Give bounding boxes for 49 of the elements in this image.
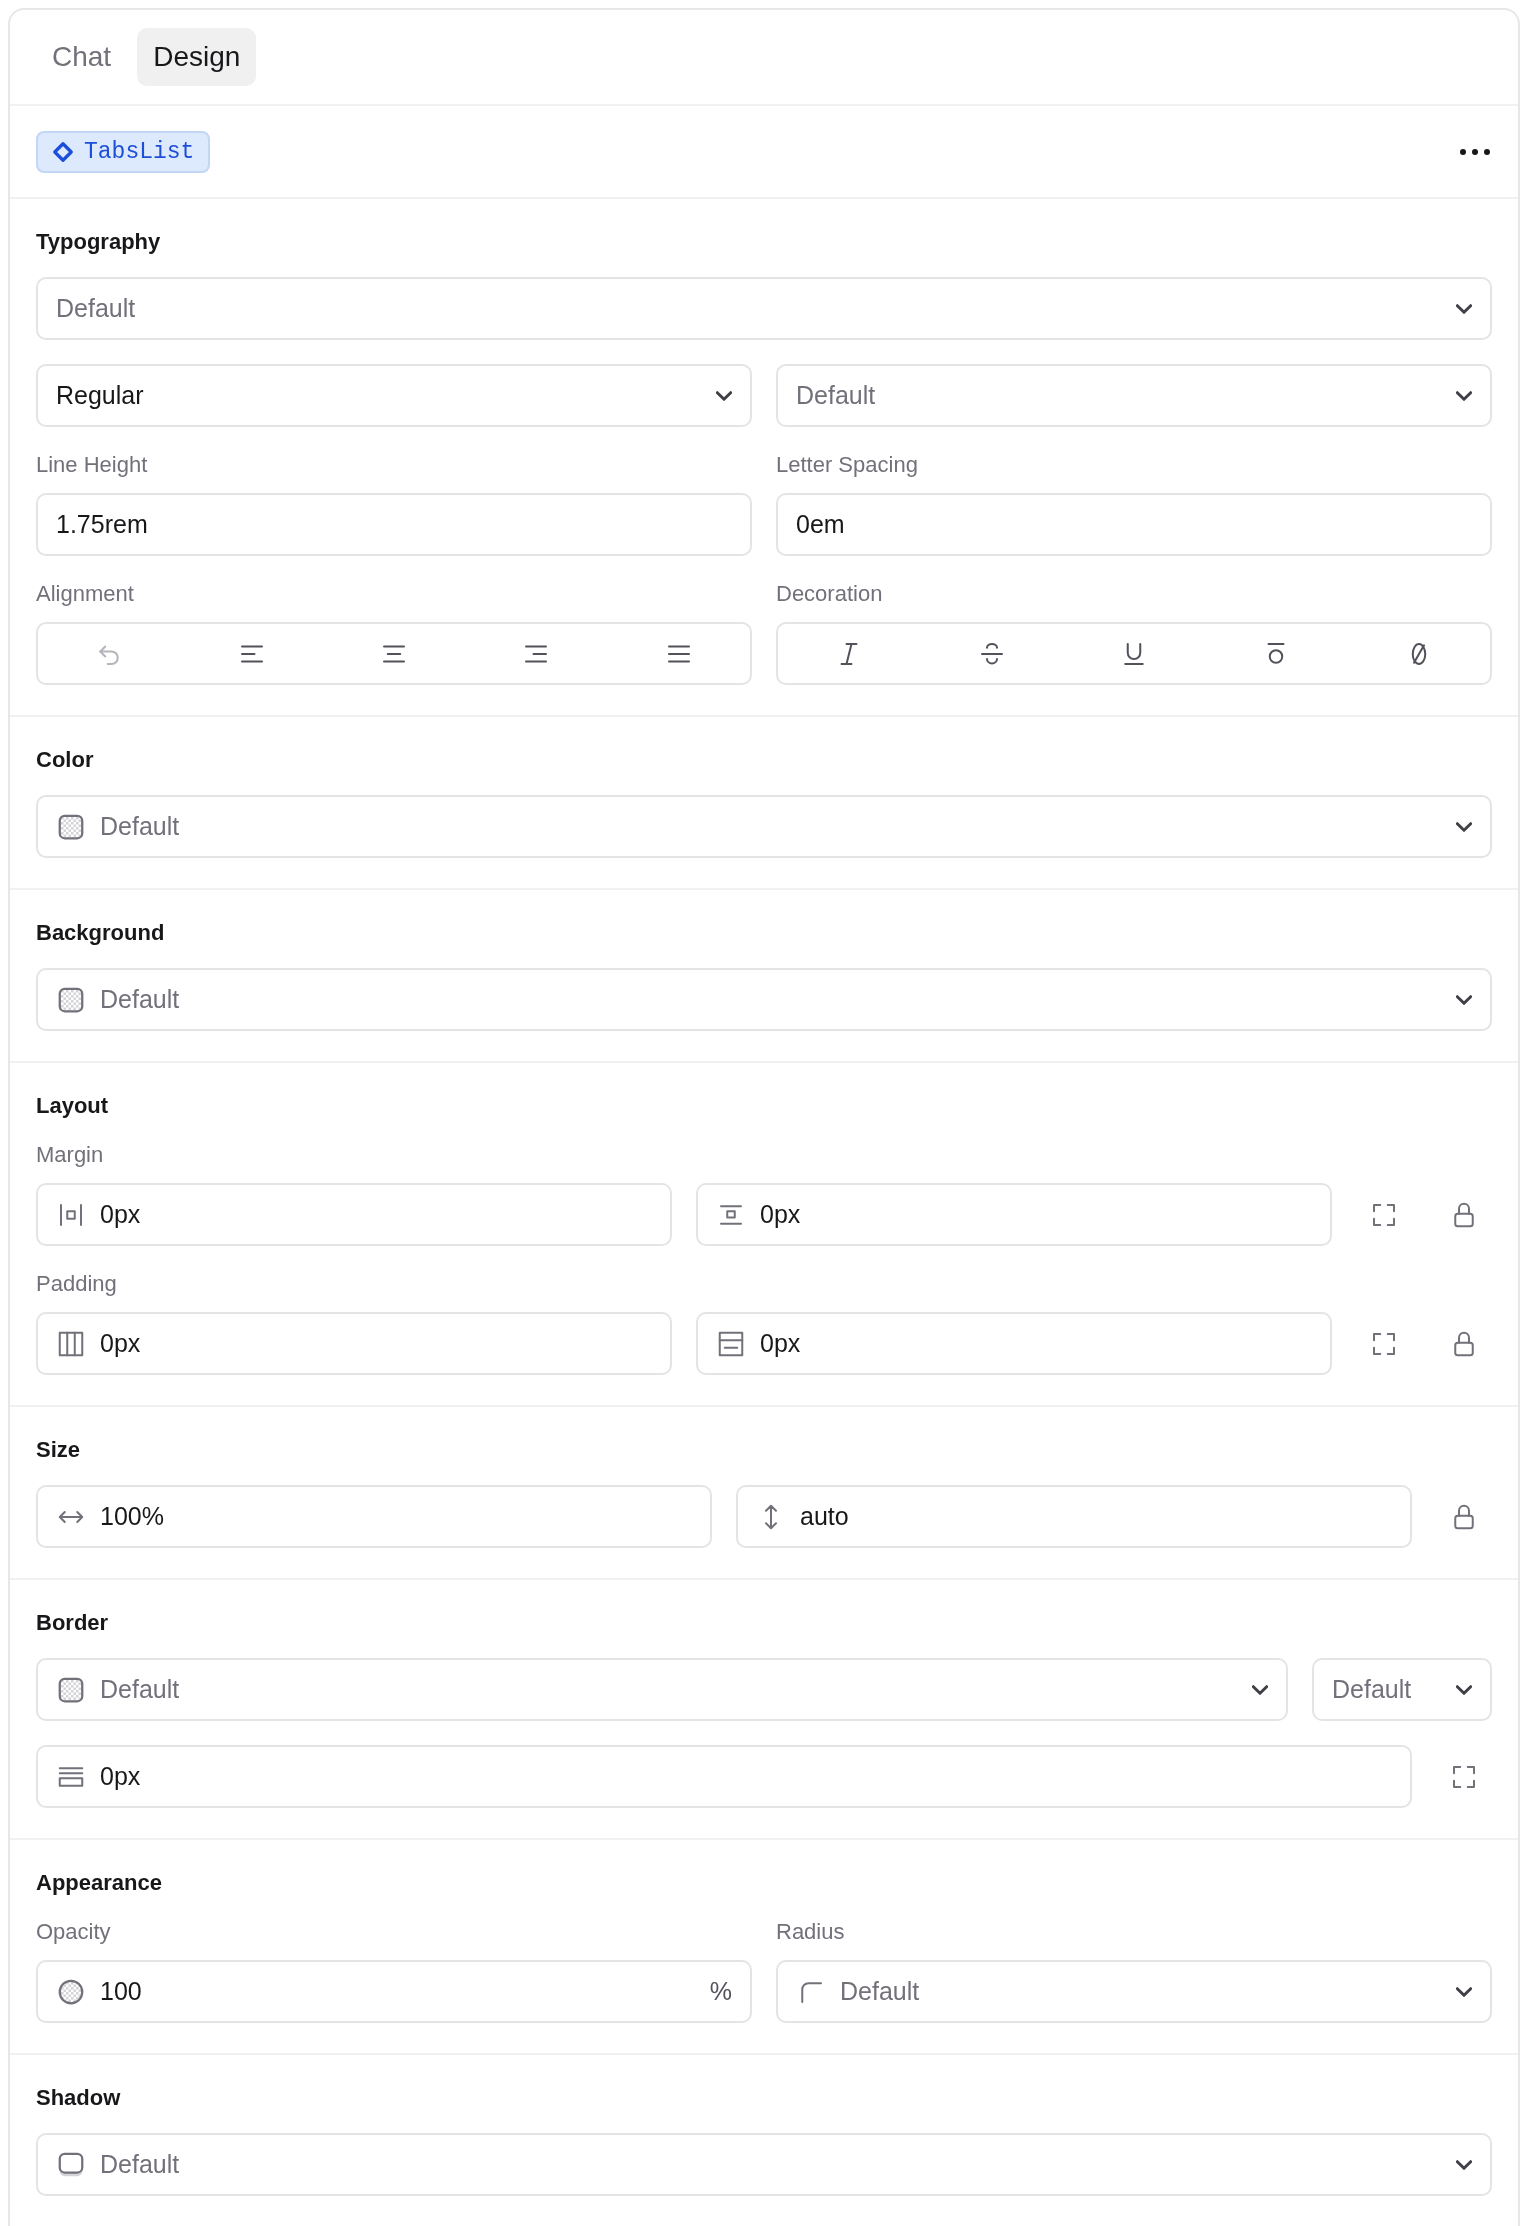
more-icon[interactable] [1458,146,1492,157]
section-title: Background [36,919,166,947]
field-label: Margin [36,1141,105,1169]
section-title: Color [36,746,95,774]
chevron-down-icon [1252,1684,1268,1695]
section-title: Typography [36,228,162,256]
font-family-select[interactable]: Default [36,277,1492,340]
padding-y-field[interactable]: 0px [696,1312,1332,1375]
chevron-down-icon [1456,2159,1472,2170]
chevron-down-icon [1456,994,1472,1005]
chevron-down-icon [1456,303,1472,314]
margin-x-field[interactable]: 0px [36,1183,672,1246]
margin-y-field[interactable]: 0px [696,1183,1332,1246]
section-title: Size [36,1436,82,1464]
chevron-down-icon [716,390,732,401]
field-label: Line Height [36,451,149,479]
border-width-field[interactable]: 0px [36,1745,1412,1808]
opacity-field[interactable]: 100 % [36,1960,752,2023]
chevron-down-icon [1456,821,1472,832]
background-select[interactable]: Default [36,968,1492,1031]
color-select[interactable]: Default [36,795,1492,858]
section-title: Shadow [36,2084,122,2112]
width-field[interactable]: 100% [36,1485,712,1548]
tab[interactable]: Chat [36,28,128,86]
chevron-down-icon [1456,390,1472,401]
shadow-select[interactable]: Default [36,2133,1492,2196]
chevron-down-icon [1456,1986,1472,1997]
height-field[interactable]: auto [736,1485,1412,1548]
field-label: Radius [776,1918,846,1946]
diamond-icon [52,140,74,163]
field-label: Opacity [36,1918,112,1946]
section-title: Border [36,1609,110,1637]
border-style-select[interactable]: Default [1312,1658,1492,1721]
font-weight-select[interactable]: Regular [36,364,752,427]
border-color-select[interactable]: Default [36,1658,1288,1721]
field-label: Padding [36,1270,118,1298]
font-size-select[interactable]: Default [776,364,1492,427]
field-label: Alignment [36,580,135,608]
field-label: Decoration [776,580,884,608]
letter-spacing-field[interactable]: 0em [776,493,1492,556]
chevron-down-icon [1456,1684,1472,1695]
component-badge[interactable]: TabsList [36,130,211,173]
section-title: Layout [36,1092,110,1120]
field-label: Letter Spacing [776,451,919,479]
line-height-field[interactable]: 1.75rem [36,493,752,556]
padding-x-field[interactable]: 0px [36,1312,672,1375]
radius-select[interactable]: Default [776,1960,1492,2023]
section-title: Appearance [36,1869,163,1897]
tab[interactable]: Design [137,28,257,86]
